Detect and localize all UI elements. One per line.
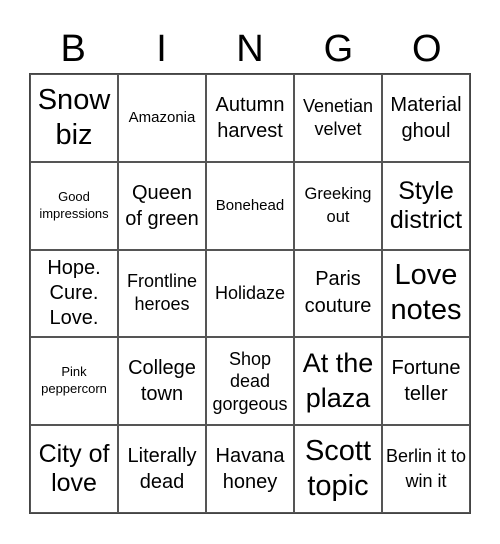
header-letter-g: G (323, 28, 354, 70)
bingo-cell[interactable]: At the plaza (294, 337, 382, 426)
bingo-cell[interactable]: Literally dead (118, 425, 206, 513)
bingo-cell[interactable]: Good impressions (30, 161, 118, 250)
bingo-cell[interactable]: Amazonia (118, 74, 206, 162)
bingo-header: B I N G O (29, 24, 471, 74)
bingo-cell[interactable]: Paris couture (294, 249, 382, 338)
bingo-cell[interactable]: Havana honey (206, 425, 294, 513)
bingo-cell[interactable]: Frontline heroes (118, 249, 206, 338)
bingo-cell[interactable]: Greeking out (294, 161, 382, 250)
header-letter-o: O (411, 28, 442, 70)
bingo-cell[interactable]: Hope. Cure. Love. (30, 249, 118, 338)
bingo-cell[interactable]: Bonehead (206, 161, 294, 250)
bingo-cell[interactable]: Autumn harvest (206, 74, 294, 162)
bingo-cell[interactable]: Snow biz (30, 74, 118, 162)
bingo-cell[interactable]: Queen of green (118, 161, 206, 250)
bingo-cell[interactable]: Love notes (382, 249, 470, 338)
bingo-cell[interactable]: Style district (382, 161, 470, 250)
bingo-cell[interactable]: College town (118, 337, 206, 426)
bingo-cell[interactable]: Berlin it to win it (382, 425, 470, 513)
bingo-cell[interactable]: Holidaze (206, 249, 294, 338)
header-letter-b: B (60, 28, 86, 70)
bingo-board: Snow biz Amazonia Autumn harvest Venetia… (29, 73, 471, 514)
bingo-cell[interactable]: Scott topic (294, 425, 382, 513)
bingo-cell[interactable]: Venetian velvet (294, 74, 382, 162)
bingo-cell[interactable]: Shop dead gorgeous (206, 337, 294, 426)
bingo-cell[interactable]: Fortune teller (382, 337, 470, 426)
bingo-cell[interactable]: City of love (30, 425, 118, 513)
bingo-cell[interactable]: Material ghoul (382, 74, 470, 162)
bingo-cell[interactable]: Pink peppercorn (30, 337, 118, 426)
header-letter-i: I (156, 28, 167, 70)
header-letter-n: N (236, 28, 264, 70)
